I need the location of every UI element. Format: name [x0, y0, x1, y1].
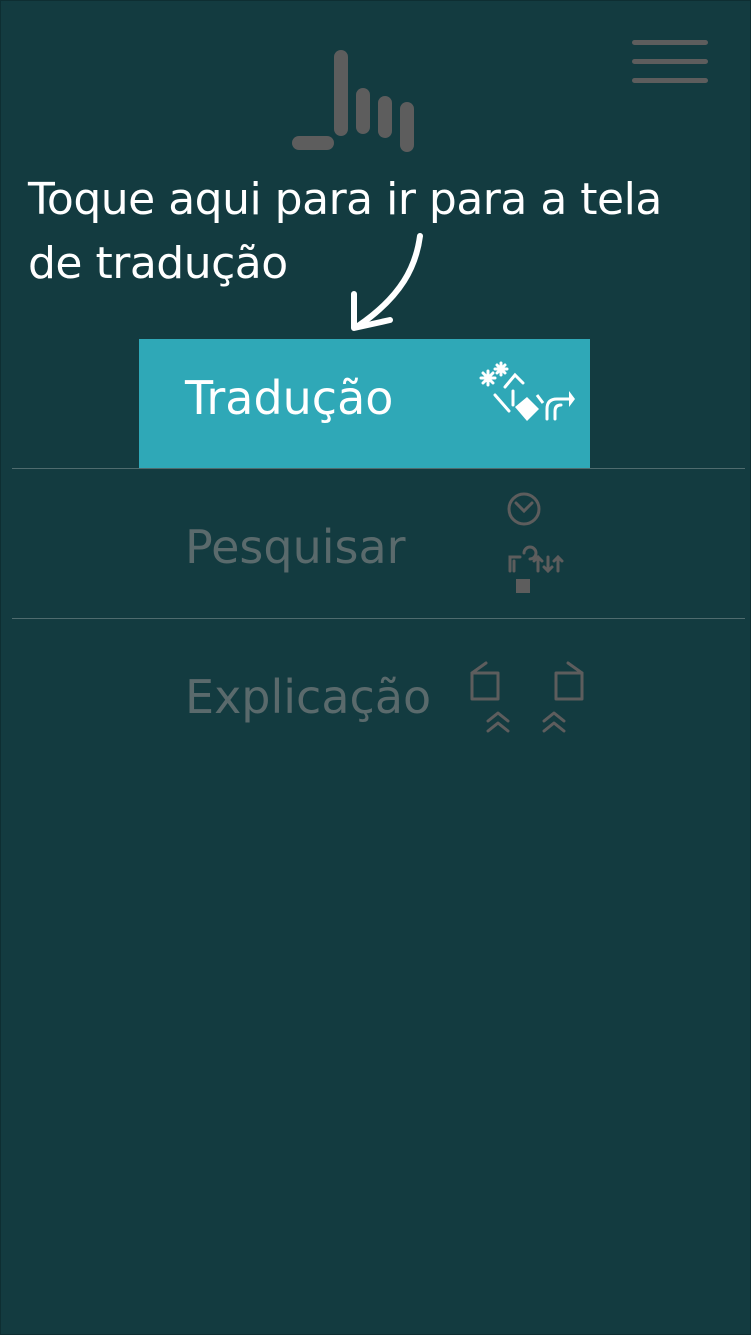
hamburger-menu-button[interactable] — [628, 36, 712, 88]
explanation-sign-icon — [470, 661, 584, 733]
menu-line — [632, 59, 708, 64]
search-sign-icon — [507, 492, 564, 593]
menu-item-traducao[interactable]: Tradução — [139, 339, 590, 468]
menu-item-explicacao[interactable]: Explicação — [12, 631, 745, 761]
menu-divider — [12, 468, 745, 469]
menu-item-label: Explicação — [185, 670, 432, 724]
menu-line — [632, 40, 708, 45]
menu-item-label: Pesquisar — [185, 520, 406, 574]
menu-item-pesquisar[interactable]: Pesquisar — [12, 481, 745, 611]
menu-divider — [12, 618, 745, 619]
hand-pointing-logo-icon — [292, 50, 414, 152]
menu-line — [632, 78, 708, 83]
translation-sign-icon — [479, 361, 575, 421]
curved-arrow-down-icon — [351, 233, 423, 331]
menu-item-label: Tradução — [185, 371, 394, 425]
